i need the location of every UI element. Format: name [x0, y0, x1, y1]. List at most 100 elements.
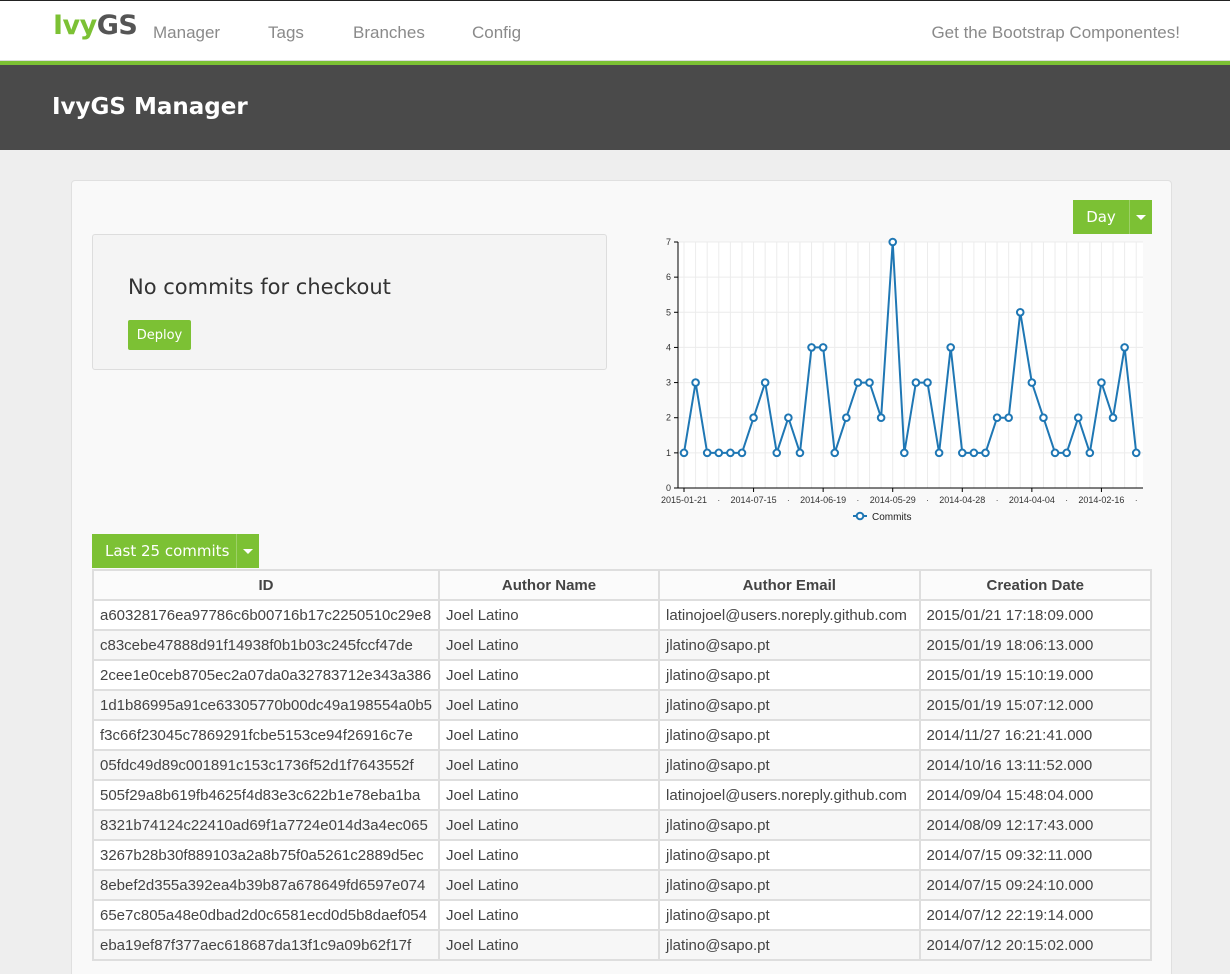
period-dropdown-label[interactable]: Day — [1073, 200, 1129, 234]
cell-id: 05fdc49d89c001891c153c1736f52d1f7643552f — [91, 749, 441, 781]
top-navbar: IvyGS Manager Tags Branches Config Get t… — [0, 0, 1230, 61]
data-point — [702, 448, 712, 458]
cell-id: 505f29a8b619fb4625f4d83e3c622b1e78eba1ba — [91, 779, 441, 811]
period-dropdown-toggle[interactable] — [1129, 200, 1152, 234]
data-point — [1039, 413, 1048, 423]
data-point — [1073, 413, 1083, 423]
nav-item-branches[interactable]: Branches — [353, 23, 425, 43]
x-tick-label: 2014-04-04 — [1009, 495, 1055, 505]
cell-author-email: jlatino@sapo.pt — [658, 749, 921, 781]
x-tick-label: 2014-02-16 — [1078, 495, 1124, 505]
y-tick-label: 5 — [666, 307, 671, 317]
cell-author-name: Joel Latino — [438, 929, 661, 961]
data-point — [818, 343, 828, 352]
cell-id: 2cee1e0ceb8705ec2a07da0a32783712e343a386 — [91, 659, 441, 691]
cell-id: c83cebe47888d91f14938f0b1b03c245fccf47de — [91, 629, 441, 661]
data-point — [1120, 343, 1129, 352]
cell-id: eba19ef87f377aec618687da13f1c9a09b62f17f — [91, 929, 441, 961]
table-row[interactable]: f3c66f23045c7869291fcbe5153ce94f26916c7e… — [91, 719, 1153, 751]
nav-link-bootstrap-components[interactable]: Get the Bootstrap Componentes! — [931, 23, 1180, 43]
column-header-author-name[interactable]: Author Name — [438, 569, 661, 601]
cell-id: 65e7c805a48e0dbad2d0c6581ecd0d5b8daef054 — [91, 899, 441, 931]
cell-id: a60328176ea97786c6b00716b17c2250510c29e8 — [91, 599, 441, 631]
commits-count-toggle[interactable] — [236, 534, 259, 568]
data-point — [1062, 448, 1071, 458]
table-row[interactable]: 8321b74124c22410ad69f1a7724e014d3a4ec065… — [91, 809, 1153, 841]
table-row[interactable]: 1d1b86995a91ce63305770b00dc49a198554a0b5… — [91, 689, 1153, 721]
table-row[interactable]: 3267b28b30f889103a2a8b75f0a5261c2889d5ec… — [91, 839, 1153, 871]
commits-count-dropdown[interactable]: Last 25 commits — [92, 534, 259, 568]
cell-author-email: jlatino@sapo.pt — [658, 839, 921, 871]
cell-creation-date: 2014/10/16 13:11:52.000 — [918, 749, 1153, 781]
column-header-id[interactable]: ID — [91, 569, 441, 601]
data-point — [772, 448, 782, 458]
data-point — [1050, 448, 1060, 458]
table-row[interactable]: 65e7c805a48e0dbad2d0c6581ecd0d5b8daef054… — [91, 899, 1153, 931]
data-point — [876, 413, 886, 423]
cell-author-name: Joel Latino — [438, 629, 661, 661]
checkout-message: No commits for checkout — [128, 275, 391, 299]
data-point — [807, 343, 816, 352]
cell-author-name: Joel Latino — [438, 659, 661, 691]
data-point — [911, 378, 921, 387]
table-row[interactable]: eba19ef87f377aec618687da13f1c9a09b62f17f… — [91, 929, 1153, 961]
cell-creation-date: 2015/01/19 18:06:13.000 — [918, 629, 1153, 661]
chevron-down-icon — [1136, 214, 1146, 220]
plot-area — [678, 242, 1143, 488]
data-point — [679, 448, 689, 458]
data-point — [1108, 413, 1118, 423]
data-point — [795, 448, 805, 458]
data-point — [1085, 448, 1095, 458]
commits-count-label[interactable]: Last 25 commits — [92, 534, 236, 568]
nav-item-manager[interactable]: Manager — [153, 23, 220, 43]
cell-id: 3267b28b30f889103a2a8b75f0a5261c2889d5ec — [91, 839, 441, 871]
data-point — [865, 378, 874, 387]
cell-author-name: Joel Latino — [438, 689, 661, 721]
data-point — [1097, 378, 1106, 387]
brand-logo[interactable]: IvyGS — [53, 10, 138, 41]
table-row[interactable]: 05fdc49d89c001891c153c1736f52d1f7643552f… — [91, 749, 1153, 781]
x-tick-label: 2014-06-19 — [800, 495, 846, 505]
cell-creation-date: 2014/11/27 16:21:41.000 — [918, 719, 1153, 751]
table-row[interactable]: c83cebe47888d91f14938f0b1b03c245fccf47de… — [91, 629, 1153, 661]
x-tick-label: 2014-07-15 — [731, 495, 777, 505]
y-tick-label: 4 — [666, 342, 671, 352]
main-panel: Day No commits for checkout Deploy 0 1 2 3 4… — [71, 180, 1172, 974]
cell-creation-date: 2015/01/19 15:10:19.000 — [918, 659, 1153, 691]
cell-creation-date: 2014/08/09 12:17:43.000 — [918, 809, 1153, 841]
column-header-creation-date[interactable]: Creation Date — [918, 569, 1153, 601]
data-point — [888, 237, 898, 247]
data-point — [981, 448, 990, 458]
cell-author-email: jlatino@sapo.pt — [658, 719, 921, 751]
cell-author-name: Joel Latino — [438, 779, 661, 811]
data-point — [992, 413, 1002, 423]
table-header-row: ID Author Name Author Email Creation Dat… — [91, 569, 1153, 601]
cell-author-name: Joel Latino — [438, 719, 661, 751]
data-point — [969, 448, 979, 458]
cell-author-email: jlatino@sapo.pt — [658, 659, 921, 691]
table-row[interactable]: 2cee1e0ceb8705ec2a07da0a32783712e343a386… — [91, 659, 1153, 691]
data-point — [946, 343, 955, 352]
column-header-author-email[interactable]: Author Email — [658, 569, 921, 601]
y-tick-label: 3 — [666, 378, 671, 388]
commits-table-body: a60328176ea97786c6b00716b17c2250510c29e8… — [91, 599, 1153, 961]
cell-author-name: Joel Latino — [438, 599, 661, 631]
table-row[interactable]: 8ebef2d355a392ea4b39b87a678649fd6597e074… — [91, 869, 1153, 901]
commits-chart-svg: 0 1 2 3 4 5 6 7 2015-01-21 · 2014-07-15 · 2014-06-19… — [661, 237, 1143, 523]
x-tick-separator: · — [1135, 495, 1138, 505]
cell-author-email: jlatino@sapo.pt — [658, 689, 921, 721]
cell-author-email: jlatino@sapo.pt — [658, 629, 921, 661]
deploy-button[interactable]: Deploy — [128, 320, 191, 350]
nav-item-tags[interactable]: Tags — [268, 23, 304, 43]
x-tick-label: 2014-05-29 — [870, 495, 916, 505]
cell-author-email: jlatino@sapo.pt — [658, 869, 921, 901]
cell-id: 8321b74124c22410ad69f1a7724e014d3a4ec065 — [91, 809, 441, 841]
nav-item-config[interactable]: Config — [472, 23, 521, 43]
table-row[interactable]: a60328176ea97786c6b00716b17c2250510c29e8… — [91, 599, 1153, 631]
data-point — [784, 413, 793, 423]
table-row[interactable]: 505f29a8b619fb4625f4d83e3c622b1e78eba1ba… — [91, 779, 1153, 811]
cell-id: 8ebef2d355a392ea4b39b87a678649fd6597e074 — [91, 869, 441, 901]
period-dropdown[interactable]: Day — [1073, 200, 1152, 234]
cell-author-email: jlatino@sapo.pt — [658, 809, 921, 841]
cell-id: f3c66f23045c7869291fcbe5153ce94f26916c7e — [91, 719, 441, 751]
